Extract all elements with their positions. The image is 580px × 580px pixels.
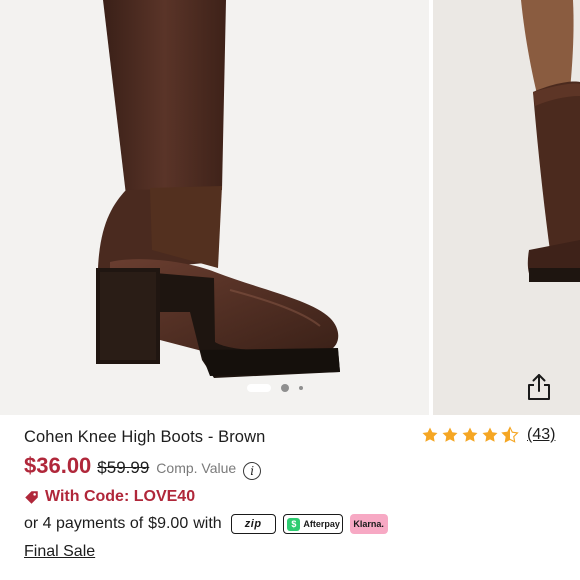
afterpay-label: Afterpay [303,519,340,529]
installment-text: or 4 payments of $9.00 with [24,515,222,533]
star-half-icon [501,426,519,443]
carousel-dot[interactable] [281,384,289,392]
product-rating[interactable]: (43) [421,426,555,444]
zip-logo: zip [244,518,262,530]
zip-badge[interactable]: zip [230,514,276,534]
star-icon [462,427,478,442]
star-icon [482,427,498,442]
model-boot-image [433,0,580,415]
afterpay-mark-icon: $ [287,517,301,531]
review-count-link[interactable]: (43) [527,426,555,444]
tag-icon [25,490,38,504]
promo-code: With Code: LOVE40 [24,488,195,506]
product-image-gallery[interactable] [0,0,580,415]
price-row: $36.00 $59.99 Comp. Value i [24,453,262,480]
carousel-indicator [247,383,303,393]
carousel-dot-small[interactable] [299,386,303,390]
share-button[interactable] [522,370,556,404]
star-icon [442,427,458,442]
boot-image [0,0,429,415]
product-info: Cohen Knee High Boots - Brown (43) $36.0… [0,415,580,580]
final-sale-link[interactable]: Final Sale [24,543,95,561]
installment-suffix: with [193,515,222,532]
compare-price: $59.99 [97,458,150,477]
afterpay-badge[interactable]: $ Afterpay [282,514,343,534]
installment-row: or 4 payments of $9.00 with zip $ Afterpay… [24,514,388,534]
carousel-dot-active[interactable] [247,384,271,392]
info-icon[interactable]: i [243,462,262,480]
product-title: Cohen Knee High Boots - Brown [24,428,266,446]
product-image-next[interactable] [433,0,580,415]
sale-price: $36.00 [24,453,92,478]
rating-stars [421,426,519,444]
promo-code-text: With Code: LOVE40 [45,488,196,505]
comp-value-label: Comp. Value [156,460,237,476]
klarna-badge[interactable]: Klarna. [349,514,388,534]
product-image-main[interactable] [0,0,429,415]
installment-amount: $9.00 [148,515,189,532]
klarna-label: Klarna. [353,519,384,529]
installment-prefix: or 4 payments of [24,515,144,532]
star-icon [422,427,438,442]
share-icon [528,374,550,400]
